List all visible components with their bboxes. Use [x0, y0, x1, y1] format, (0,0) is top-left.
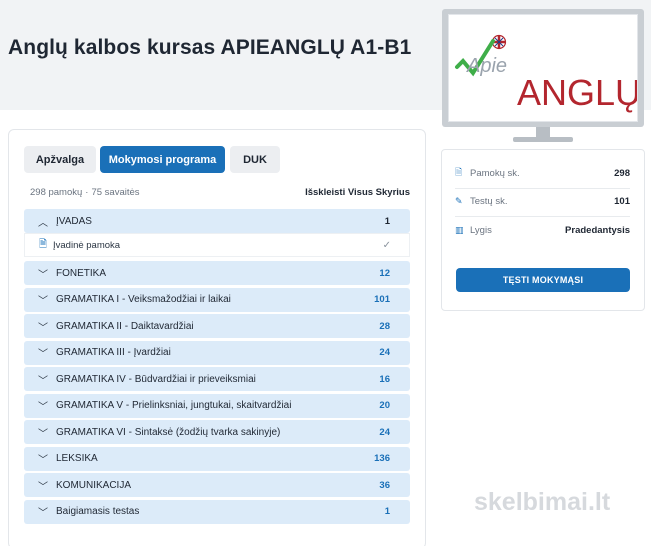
section-title: GRAMATIKA II - Daiktavardžiai	[56, 320, 194, 332]
section-title: LEKSIKA	[56, 453, 98, 464]
section-title: GRAMATIKA VI - Sintaksė (žodžių tvarka s…	[56, 426, 281, 438]
section-row[interactable]: ﹀ KOMUNIKACIJA 36	[24, 473, 410, 497]
section-row[interactable]: ﹀ FONETIKA 12	[24, 261, 410, 285]
logo-small-text: Apie	[466, 55, 507, 77]
section-count: 28	[379, 320, 390, 332]
chevron-up-icon: ︿	[38, 217, 48, 229]
section-count: 24	[379, 347, 390, 358]
document-icon: 🗎	[455, 167, 463, 177]
section-row[interactable]: ﹀ Baigiamasis testas 1	[24, 499, 410, 524]
section-title: GRAMATIKA V - Prielinksniai, jungtukai, …	[56, 400, 292, 411]
lessons-value: 298	[614, 167, 630, 179]
divider	[455, 216, 630, 217]
curriculum-meta: 298 pamokų · 75 savaitės	[30, 187, 140, 198]
document-icon: 🗎	[39, 238, 48, 250]
section-title: Baigiamasis testas	[56, 506, 140, 517]
section-row[interactable]: ﹀ GRAMATIKA II - Daiktavardžiai 28	[24, 314, 410, 338]
level-label: Lygis	[470, 224, 492, 236]
monitor-base	[513, 137, 573, 142]
divider	[455, 188, 630, 189]
apieanglu-logo: Apie ANGLŲ	[455, 34, 641, 113]
section-count: 36	[379, 479, 390, 491]
page-title: Anglų kalbos kursas APIEANGLŲ A1-B1	[8, 36, 412, 59]
section-title: FONETIKA	[56, 267, 107, 279]
section-title: GRAMATIKA IV - Būdvardžiai ir prieveiksm…	[56, 373, 256, 385]
edit-icon: ✎	[455, 195, 463, 206]
chevron-down-icon: ﹀	[38, 455, 48, 466]
info-lessons-row: 🗎 Pamokų sk. 298	[455, 163, 630, 183]
section-count: 20	[379, 400, 390, 411]
course-logo: Apie ANGLŲ	[448, 14, 641, 122]
section-count: 1	[384, 215, 390, 227]
level-value: Pradedantysis	[565, 224, 630, 236]
lesson-row[interactable]: 🗎 Įvadinė pamoka ✓	[24, 233, 410, 257]
chevron-down-icon: ﹀	[38, 349, 48, 360]
logo-large-text: ANGLŲ	[517, 72, 637, 113]
section-count: 24	[379, 426, 390, 438]
watermark: skelbimai.lt	[474, 488, 611, 516]
section-count: 12	[379, 267, 390, 279]
chevron-down-icon: ﹀	[38, 481, 48, 493]
section-count: 16	[379, 373, 390, 385]
section-title: GRAMATIKA I - Veiksmažodžiai ir laikai	[56, 294, 231, 305]
section-title: GRAMATIKA III - Įvardžiai	[56, 347, 171, 358]
info-tests-row: ✎ Testų sk. 101	[455, 191, 630, 211]
chevron-down-icon: ﹀	[38, 322, 48, 334]
expand-all-link[interactable]: Išskleisti Visus Skyrius	[305, 187, 410, 198]
section-row[interactable]: ︿ ĮVADAS 1	[24, 209, 410, 233]
tab-overview[interactable]: Apžvalga	[24, 146, 96, 173]
chevron-down-icon: ﹀	[38, 375, 48, 387]
chevron-down-icon: ﹀	[38, 508, 48, 519]
section-row[interactable]: ﹀ LEKSIKA 136	[24, 446, 410, 471]
section-title: ĮVADAS	[56, 215, 92, 227]
chevron-down-icon: ﹀	[38, 296, 48, 307]
section-count: 136	[374, 453, 390, 464]
section-row[interactable]: ﹀ GRAMATIKA V - Prielinksniai, jungtukai…	[24, 393, 410, 418]
section-row[interactable]: ﹀ GRAMATIKA IV - Būdvardžiai ir prieveik…	[24, 367, 410, 391]
info-level-row: ▥ Lygis Pradedantysis	[455, 220, 630, 240]
lesson-title: Įvadinė pamoka	[53, 239, 121, 251]
tests-value: 101	[614, 195, 630, 207]
chevron-down-icon: ﹀	[38, 269, 48, 281]
lesson-count-text: 298 pamokų	[30, 187, 83, 198]
tests-label: Testų sk.	[470, 195, 508, 207]
chevron-down-icon: ﹀	[38, 428, 48, 440]
week-count-text: 75 savaitės	[91, 187, 140, 198]
chevron-down-icon: ﹀	[38, 402, 48, 413]
tab-faq[interactable]: DUK	[230, 146, 280, 173]
section-count: 101	[374, 294, 390, 305]
section-row[interactable]: ﹀ GRAMATIKA VI - Sintaksė (žodžių tvarka…	[24, 420, 410, 444]
continue-learning-button[interactable]: TĘSTI MOKYMĄSI	[456, 268, 630, 292]
bar-chart-icon: ▥	[455, 224, 464, 235]
section-count: 1	[384, 506, 390, 517]
check-icon: ✓	[382, 239, 391, 251]
section-row[interactable]: ﹀ GRAMATIKA III - Įvardžiai 24	[24, 340, 410, 365]
section-row[interactable]: ﹀ GRAMATIKA I - Veiksmažodžiai ir laikai…	[24, 287, 410, 312]
lessons-label: Pamokų sk.	[470, 167, 520, 179]
tab-curriculum[interactable]: Mokymosi programa	[100, 146, 225, 173]
section-title: KOMUNIKACIJA	[56, 479, 132, 491]
